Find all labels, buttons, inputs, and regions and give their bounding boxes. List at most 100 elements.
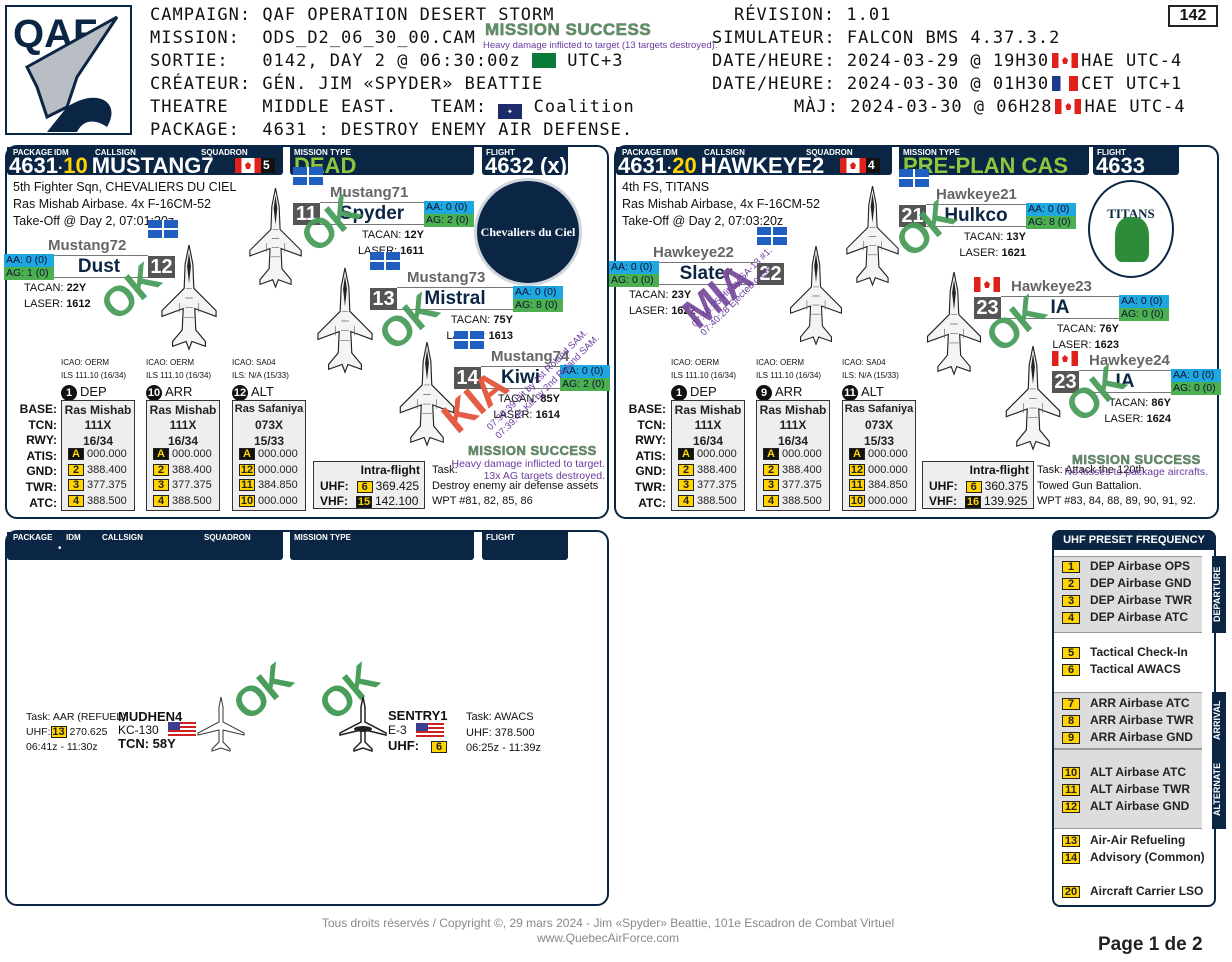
quebec-flag-icon: [370, 252, 400, 270]
preset-channel: 4: [1062, 612, 1080, 624]
aa-kills: AA: 0 (0): [1119, 295, 1169, 308]
flight-info-line: Take-Off @ Day 2, 07:03:20z: [622, 214, 784, 228]
legend-item: 10 ALT Airbase ATC: [1062, 765, 1186, 779]
vhf-label: VHF:: [320, 494, 348, 508]
date-row: DATE/HEURE: 2024-03-29 @ 19H30 HAE UTC-4: [712, 50, 1212, 73]
usa-flag-icon: [416, 723, 444, 738]
legend-item: 2 DEP Airbase GND: [1062, 576, 1191, 590]
airbase-frequency: A 000.000: [763, 448, 822, 460]
airbase-frequency: A 000.000: [68, 448, 127, 460]
idm-dot: •: [58, 543, 62, 554]
tacan-row: TACAN: 22Y: [24, 280, 91, 296]
aa-kills: AA: 0 (0): [4, 254, 54, 267]
preset-channel: 8: [1062, 715, 1080, 727]
preset-circle: 12: [232, 385, 248, 401]
airbase-type: ALT: [251, 384, 274, 399]
package-label: PACKAGE: [13, 533, 53, 542]
uhf-frequency: 369.425: [375, 479, 420, 493]
flight-info-line: 4th FS, TITANS: [622, 180, 710, 194]
laser-label: LASER:: [629, 305, 672, 317]
package-number: 4631: [618, 153, 667, 178]
airbase-frequency: 3 377.375: [68, 479, 127, 491]
preset-channel: 12: [239, 463, 255, 476]
tanker-task-info: Task: AAR (REFUEL) UHF: 13 270.625 06:41z - …: [26, 710, 126, 755]
laser-row: LASER: 1612: [24, 296, 91, 312]
aa-kills: AA: 0 (0): [513, 286, 563, 299]
preset-circle: 11: [842, 385, 858, 401]
airbase-type: ARR: [165, 384, 193, 399]
preset-channel: 3: [68, 479, 84, 491]
legend-label: ARR Airbase ATC: [1090, 696, 1190, 710]
ag-kills: AG: 0 (0): [1119, 308, 1169, 321]
preset-channel: 12: [1062, 801, 1080, 813]
f16-aircraft-icon: [248, 186, 303, 291]
idm-number: 20: [672, 153, 697, 178]
package-header-bar: PACKAGE IDM CALLSIGN SQUADRON 4631·10 MUSTANG…: [7, 147, 283, 177]
frequency-value: 377.375: [172, 479, 212, 491]
frequency-value: 000.000: [782, 448, 822, 460]
canada-flag-icon: [1055, 99, 1082, 114]
airbase-box: Ras Safaniya 073X 15/33 A 000.000 12 000.000 11…: [232, 400, 306, 511]
uhf-label: UHF:: [26, 726, 51, 738]
awacs-task: Task: AWACS: [466, 711, 534, 723]
preset-channel: 2: [68, 463, 84, 476]
awacs-uhf: UHF: 378.500: [466, 726, 535, 739]
qaf-logo: QAF: [5, 5, 132, 135]
support-mission-type-bar: MISSION TYPE: [290, 532, 474, 560]
header-info-right: RÉVISION: 1.01 SIMULATEUR: FALCON BMS 4.…: [712, 4, 1212, 119]
legend-label: DEP Airbase ATC: [1090, 610, 1189, 624]
preset-channel: 12: [849, 463, 865, 476]
quebec-flag-icon: [899, 169, 929, 187]
airbase-row-label: TCN:: [28, 417, 57, 432]
legend-item: 9 ARR Airbase GND: [1062, 730, 1193, 744]
airbase-type: ARR: [775, 384, 803, 399]
tanker-task: Task: AAR (REFUEL): [26, 711, 126, 723]
airbase-row-label: TWR:: [634, 480, 666, 494]
airbase-icao: ICAO: OERM: [61, 358, 110, 367]
awacs-task-info: Task: AWACS UHF: 378.500 06:25z - 11:39z: [466, 710, 541, 757]
legend-item: 14 Advisory (Common): [1062, 850, 1205, 864]
legend-item: 13 Air-Air Refueling: [1062, 833, 1185, 847]
sortie-value: 0142, DAY 2 @ 06:30:00z: [262, 51, 521, 71]
frequency-value: 000.000: [172, 448, 212, 460]
preset-channel: 6: [431, 741, 448, 753]
legend-label: ARR Airbase GND: [1090, 730, 1193, 744]
package-id: 4631·10 MUSTANG7: [9, 155, 214, 180]
sortie-label: SORTIE:: [150, 51, 229, 71]
airbase-frequency: 11 384.850: [239, 479, 298, 491]
footer-website[interactable]: www.QuebecAirForce.com: [0, 931, 1216, 945]
ag-kills: AG: 8 (0): [1026, 216, 1076, 229]
uhf-row: UHF: 6 360.375: [929, 479, 1028, 493]
quebec-flag-icon: [148, 220, 178, 238]
tanker-uhf: 270.625: [69, 726, 108, 738]
squadron-label: SQUADRON: [204, 533, 251, 542]
laser-code: 1611: [400, 245, 424, 257]
date-timezone: CET UTC+1: [1081, 74, 1183, 94]
preset-channel: 3: [153, 479, 169, 491]
airbase-box: Ras Mishab 111X 16/34 A 000.000 2 388.400 3 377.…: [61, 400, 135, 511]
preset-channel: 1: [1062, 561, 1080, 573]
frequency-value: 377.375: [87, 479, 127, 491]
canada-flag-icon: [1052, 53, 1079, 68]
f16-aircraft-icon: [316, 266, 374, 376]
frequency-value: 388.400: [172, 463, 212, 476]
legend-label: Tactical Check-In: [1090, 645, 1188, 659]
task-line: WPT #81, 82, 85, 86: [432, 495, 533, 507]
tacan-label: TACAN:: [1056, 323, 1100, 335]
airbase-ils: ILS 111.10 (16/34): [671, 371, 737, 380]
aa-kills: AA: 0 (0): [1026, 203, 1076, 216]
ag-kills: AG: 0 (0): [609, 274, 659, 287]
airbase-type: DEP: [80, 384, 107, 399]
laser-code: 1623: [1094, 339, 1119, 351]
hulk-figure-icon: [1115, 217, 1149, 262]
uhf-label: UHF:: [388, 738, 420, 753]
uhf-label: UHF:: [320, 479, 349, 493]
airbase-icao: ICAO: SA04: [842, 358, 886, 367]
airbase-row-label: BASE:: [19, 402, 57, 416]
date-timezone: HAE UTC-4: [1081, 51, 1183, 71]
footer-copyright: Tous droits réservés / Copyright ©, 29 m…: [321, 916, 895, 930]
legend-label: ARR Airbase TWR: [1090, 713, 1194, 727]
frequency-value: 388.500: [172, 494, 212, 507]
preset-channel: 9: [1062, 732, 1080, 744]
support-package-bar: PACKAGE IDM CALLSIGN SQUADRON •: [7, 532, 283, 560]
